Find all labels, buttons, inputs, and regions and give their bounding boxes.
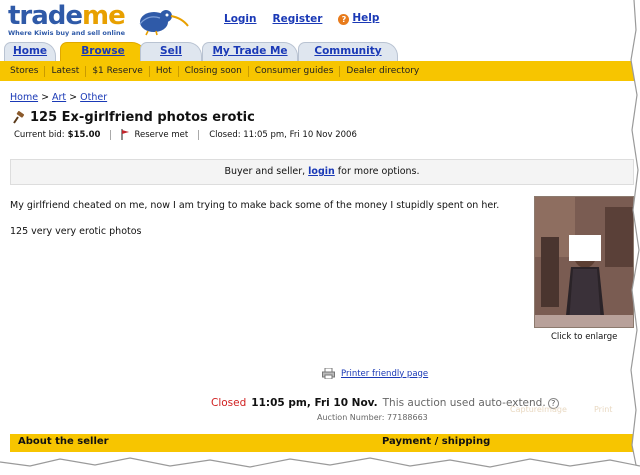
trademe-logo[interactable]: trademe Where Kiwis buy and sell online [8, 1, 126, 39]
tab-community-label[interactable]: Community [314, 45, 381, 57]
breadcrumb-home[interactable]: Home [10, 92, 38, 103]
help-icon: ? [338, 14, 350, 25]
current-bid-label: Current bid: [14, 129, 65, 140]
help-link[interactable]: ? Help [338, 12, 379, 25]
closed-time-bold: 11:05 pm, Fri 10 Nov. [251, 397, 378, 409]
divider [198, 129, 200, 140]
subnav-divider [247, 65, 249, 77]
subnav-divider [85, 65, 87, 77]
closed-label: Closed [211, 397, 247, 409]
about-seller-heading: About the seller [18, 436, 109, 447]
listing-title-text: 125 Ex-girlfriend photos erotic [30, 110, 255, 125]
subnav-divider [44, 65, 46, 77]
printer-friendly-link[interactable]: Printer friendly page [341, 369, 428, 379]
subnav-hot[interactable]: Hot [156, 66, 172, 76]
tab-my-trade-me[interactable]: My Trade Me [202, 42, 298, 61]
subnav-divider [148, 65, 150, 77]
reserve-status: Reserve met [134, 129, 189, 140]
breadcrumb-art[interactable]: Art [52, 92, 66, 103]
subnav-divider [339, 65, 341, 77]
reserve-flag-icon [121, 129, 130, 140]
subnav-stores[interactable]: Stores [10, 66, 38, 76]
tab-home-label[interactable]: Home [13, 45, 47, 57]
help-link-label[interactable]: Help [352, 12, 379, 24]
printer-icon [322, 368, 335, 379]
subnav-closing-soon[interactable]: Closing soon [185, 66, 242, 76]
subnav-divider [177, 65, 179, 77]
closing-status: Closed 11:05 pm, Fri 10 Nov. This auctio… [211, 397, 559, 409]
login-prompt-after: for more options. [337, 166, 420, 177]
current-bid-value: $15.00 [67, 129, 101, 140]
login-link[interactable]: Login [224, 13, 257, 25]
tab-home[interactable]: Home [4, 42, 56, 61]
auction-number: Auction Number: 77188663 [317, 413, 428, 422]
payment-shipping-heading: Payment / shipping [382, 436, 491, 447]
login-prompt-link[interactable]: login [308, 166, 335, 177]
subnav-consumer-guides[interactable]: Consumer guides [255, 66, 334, 76]
gavel-icon [13, 110, 25, 124]
tab-community[interactable]: Community [298, 42, 398, 61]
sub-navigation: Stores Latest $1 Reserve Hot Closing soo… [0, 61, 640, 81]
listing-description: My girlfriend cheated on me, now I am tr… [10, 199, 530, 251]
login-prompt-bar: Buyer and seller, login for more options… [10, 159, 634, 185]
click-to-enlarge[interactable]: Click to enlarge [551, 332, 617, 342]
section-header-bar: About the seller Payment / shipping [10, 434, 634, 452]
main-tabs: Home Browse Sell My Trade Me Community [0, 42, 640, 61]
breadcrumb: Home > Art > Other [10, 92, 107, 103]
subnav-1-reserve[interactable]: $1 Reserve [92, 66, 143, 76]
listing-title: 125 Ex-girlfriend photos erotic [12, 110, 255, 125]
login-prompt-before: Buyer and seller, [224, 166, 306, 177]
tab-browse-label[interactable]: Browse [81, 45, 124, 57]
subnav-latest[interactable]: Latest [51, 66, 79, 76]
tab-browse[interactable]: Browse [60, 42, 146, 61]
capture-watermark: CaptureImage [510, 405, 567, 414]
divider [110, 129, 112, 140]
printer-friendly[interactable]: Printer friendly page [322, 368, 428, 379]
bid-summary: Current bid: $15.00 Reserve met Closed: … [14, 129, 357, 140]
tab-my-trade-me-label[interactable]: My Trade Me [212, 45, 287, 57]
breadcrumb-separator: > [69, 92, 78, 103]
logo-wordmark: trademe [8, 1, 126, 31]
breadcrumb-other[interactable]: Other [80, 92, 107, 103]
top-links: Login Register ? Help [224, 12, 379, 25]
print-watermark: Print [594, 405, 613, 414]
tab-sell-label[interactable]: Sell [160, 45, 182, 57]
register-link[interactable]: Register [273, 13, 323, 25]
closed-time: Closed: 11:05 pm, Fri 10 Nov 2006 [209, 129, 357, 140]
kiwi-bird-icon [139, 10, 189, 36]
subnav-dealer-directory[interactable]: Dealer directory [346, 66, 419, 76]
photo-image [535, 197, 633, 327]
description-paragraph: My girlfriend cheated on me, now I am tr… [10, 200, 500, 211]
breadcrumb-separator: > [41, 92, 50, 103]
logo-tagline: Where Kiwis buy and sell online [8, 29, 126, 37]
listing-photo[interactable] [534, 196, 634, 328]
description-paragraph: 125 very very erotic photos [10, 226, 142, 237]
tab-sell[interactable]: Sell [140, 42, 202, 61]
